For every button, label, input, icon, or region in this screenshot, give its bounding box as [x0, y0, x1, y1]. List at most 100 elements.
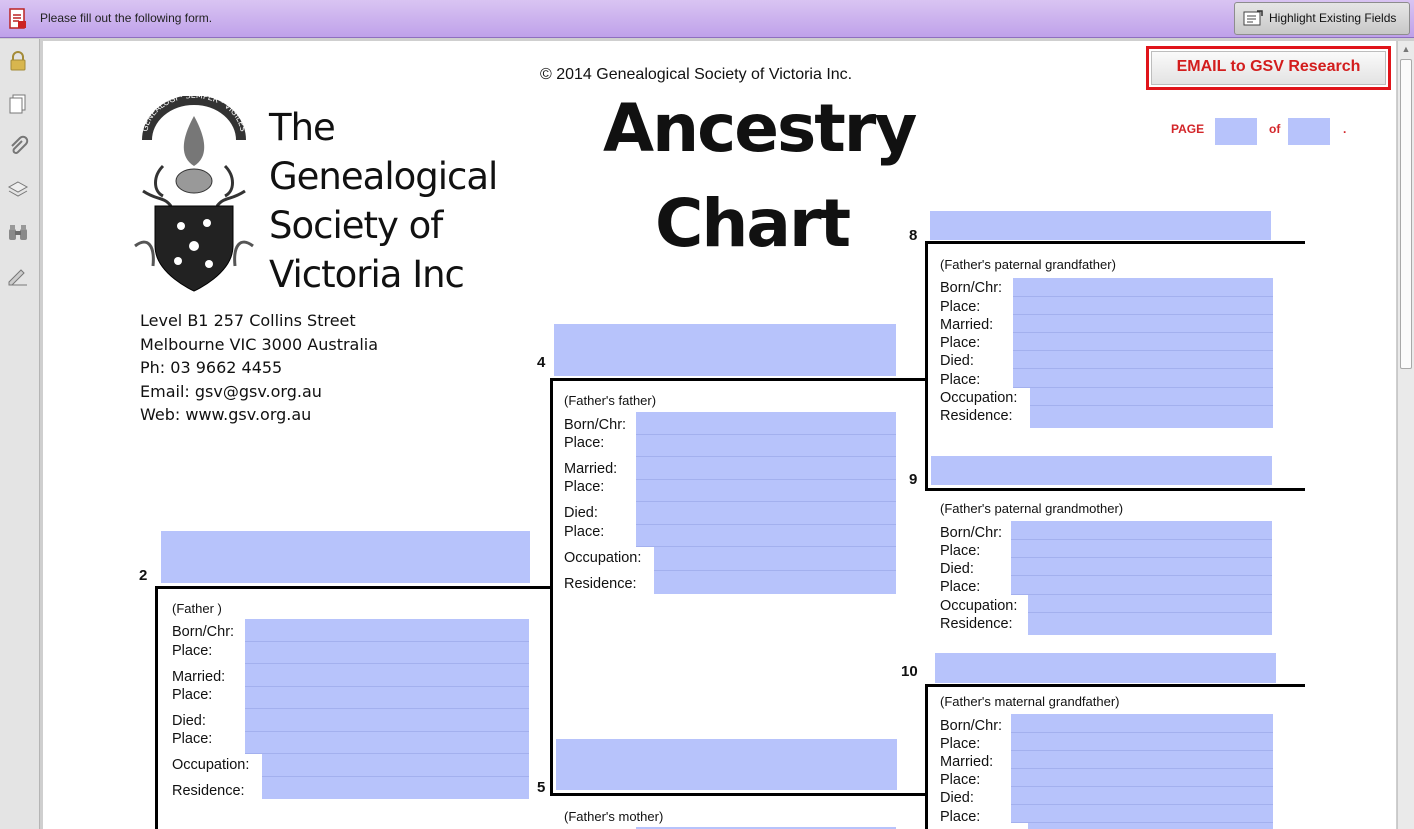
place-label: Place:: [940, 809, 981, 825]
pages-icon[interactable]: [6, 92, 30, 116]
highlight-button-label: Highlight Existing Fields: [1269, 11, 1397, 25]
person-4-died-field[interactable]: [636, 502, 896, 525]
binoculars-icon[interactable]: [6, 221, 30, 245]
person-2-married-place-field[interactable]: [245, 687, 529, 709]
person-2-died-place-field[interactable]: [245, 732, 529, 754]
person-4-born-field[interactable]: [636, 412, 896, 435]
navigation-sidebar: [0, 39, 40, 829]
person-9-name-field[interactable]: [931, 456, 1272, 485]
person-4-occupation-field[interactable]: [654, 547, 896, 571]
person-8-born-field[interactable]: [1013, 278, 1273, 297]
person-8-occupation-field[interactable]: [1030, 388, 1273, 406]
person-9-born-place-field[interactable]: [1011, 540, 1272, 558]
residence-label: Residence:: [940, 408, 1013, 424]
person-10-died-place-field[interactable]: [1011, 805, 1273, 823]
person-number: 8: [909, 227, 918, 244]
bracket-line: [925, 241, 1305, 244]
page-total-field[interactable]: [1288, 118, 1330, 145]
person-8-born-place-field[interactable]: [1013, 297, 1273, 315]
person-4-married-place-field[interactable]: [636, 480, 896, 502]
attachment-icon[interactable]: [6, 135, 30, 159]
person-9-born-field[interactable]: [1011, 521, 1272, 540]
highlight-existing-fields-button[interactable]: Highlight Existing Fields: [1234, 2, 1410, 35]
born-label: Born/Chr:: [940, 525, 1003, 541]
person-4-relation: (Father's father): [564, 393, 657, 408]
person-8-died-place-field[interactable]: [1013, 369, 1273, 388]
person-10-born-place-field[interactable]: [1011, 733, 1273, 751]
person-9-occupation-field[interactable]: [1028, 595, 1272, 613]
person-2-residence-field[interactable]: [262, 777, 529, 799]
form-message-bar: Please fill out the following form. High…: [0, 0, 1414, 38]
person-8-residence-field[interactable]: [1030, 406, 1273, 428]
person-9-relation: (Father's paternal grandmother): [940, 501, 1124, 516]
person-2-occupation-field[interactable]: [262, 754, 529, 777]
page-number-field[interactable]: [1215, 118, 1257, 145]
place-label: Place:: [940, 299, 981, 315]
signature-icon[interactable]: [6, 264, 30, 288]
person-8-married-field[interactable]: [1013, 315, 1273, 333]
of-label: of: [1269, 122, 1281, 136]
scrollbar-thumb[interactable]: [1400, 59, 1412, 369]
married-label: Married:: [172, 669, 226, 685]
person-2-married-field[interactable]: [245, 664, 529, 687]
person-10-name-field[interactable]: [935, 653, 1276, 683]
married-label: Married:: [564, 461, 618, 477]
person-10-born-field[interactable]: [1011, 714, 1273, 733]
copyright-notice: © 2014 Genealogical Society of Victoria …: [540, 66, 853, 83]
person-5-name-field[interactable]: [556, 739, 897, 790]
person-4-name-field[interactable]: [554, 324, 896, 376]
lock-icon[interactable]: [6, 49, 30, 73]
person-8-married-place-field[interactable]: [1013, 333, 1273, 351]
person-2-born-field[interactable]: [245, 619, 529, 642]
society-name-line: The: [269, 106, 336, 149]
society-name-line: Victoria Inc: [269, 253, 465, 296]
email-gsv-research-button[interactable]: EMAIL to GSV Research: [1146, 46, 1391, 90]
person-9-died-place-field[interactable]: [1011, 576, 1272, 595]
person-8-name-field[interactable]: [930, 211, 1271, 240]
highlight-fields-icon: [1243, 10, 1263, 26]
born-label: Born/Chr:: [940, 718, 1003, 734]
place-label: Place:: [940, 579, 981, 595]
bracket-line: [550, 793, 928, 796]
person-9-residence-field[interactable]: [1028, 613, 1272, 635]
email-button-label: EMAIL to GSV Research: [1151, 51, 1386, 85]
person-10-married-field[interactable]: [1011, 751, 1273, 769]
person-4-married-field[interactable]: [636, 457, 896, 480]
pdf-form-icon: [9, 8, 26, 29]
vertical-scrollbar[interactable]: ▲: [1397, 41, 1414, 829]
chart-title-line2: Chart: [655, 185, 851, 262]
layers-icon[interactable]: [6, 178, 30, 202]
born-label: Born/Chr:: [172, 624, 235, 640]
residence-label: Residence:: [172, 783, 245, 799]
person-4-died-place-field[interactable]: [636, 525, 896, 547]
person-2-name-field[interactable]: [161, 531, 530, 583]
scroll-up-arrow-icon[interactable]: ▲: [1398, 41, 1414, 57]
place-label: Place:: [564, 524, 605, 540]
period-label: .: [1343, 122, 1347, 136]
person-4-residence-field[interactable]: [654, 571, 896, 594]
person-number: 2: [139, 567, 148, 584]
person-number: 5: [537, 779, 546, 796]
person-10-occupation-field[interactable]: [1028, 823, 1273, 829]
person-10-died-field[interactable]: [1011, 787, 1273, 805]
person-10-married-place-field[interactable]: [1011, 769, 1273, 787]
person-number: 4: [537, 354, 546, 371]
born-label: Born/Chr:: [940, 280, 1003, 296]
person-2-born-place-field[interactable]: [245, 642, 529, 664]
document-page: © 2014 Genealogical Society of Victoria …: [43, 41, 1396, 829]
person-8-died-field[interactable]: [1013, 351, 1273, 369]
person-9-died-field[interactable]: [1011, 558, 1272, 576]
died-label: Died:: [940, 561, 974, 577]
place-label: Place:: [564, 479, 605, 495]
page-label: PAGE: [1171, 122, 1205, 136]
place-label: Place:: [940, 543, 981, 559]
person-2-relation: (Father ): [172, 601, 222, 616]
died-label: Died:: [564, 505, 598, 521]
chart-title-line1: Ancestry: [603, 90, 917, 167]
occupation-label: Occupation:: [940, 598, 1018, 614]
bracket-line: [550, 378, 928, 381]
person-2-died-field[interactable]: [245, 709, 529, 732]
society-address: Level B1 257 Collins Street Melbourne VI…: [140, 309, 378, 427]
person-4-born-place-field[interactable]: [636, 435, 896, 457]
address-line: Email: gsv@gsv.org.au: [140, 381, 322, 401]
